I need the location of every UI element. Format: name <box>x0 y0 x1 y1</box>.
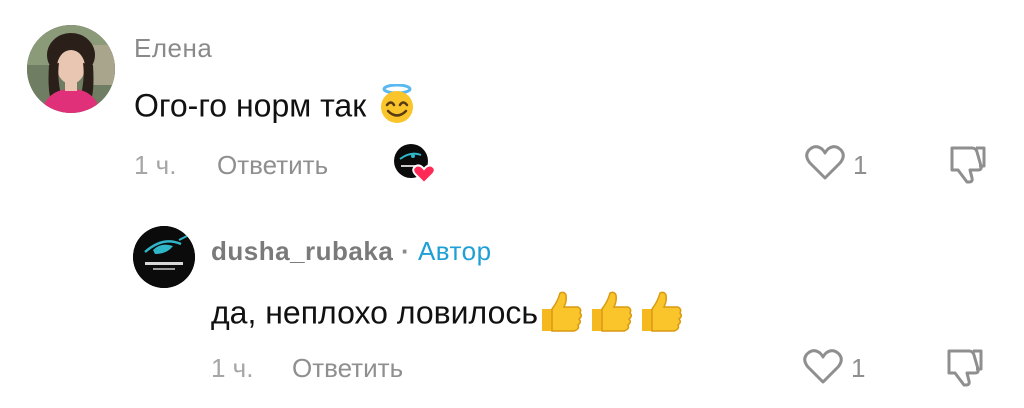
comment-author[interactable]: Елена <box>134 33 212 64</box>
reply-button[interactable]: Ответить <box>292 353 403 384</box>
avatar[interactable] <box>133 226 195 288</box>
dislike-icon[interactable] <box>946 142 990 191</box>
thumbs-up-icon <box>538 289 686 341</box>
comment-time: 1 ч. <box>211 353 254 383</box>
comment-text: да, неплохо ловилось <box>211 289 686 341</box>
comment-author[interactable]: dusha_rubaka <box>211 236 393 266</box>
like-count: 1 <box>853 150 868 180</box>
comment-author-line: dusha_rubaka · Автор <box>211 236 492 267</box>
reply-button[interactable]: Ответить <box>217 150 328 181</box>
dislike-icon[interactable] <box>943 345 987 394</box>
author-liked-badge <box>393 143 439 190</box>
comment-text: Ого-го норм так <box>134 83 419 132</box>
author-badge: Автор <box>417 236 492 266</box>
separator: · <box>401 236 411 266</box>
avatar[interactable] <box>27 25 115 113</box>
heart-icon[interactable] <box>802 346 844 391</box>
smiling-face-with-halo-icon <box>375 83 419 132</box>
like-count: 1 <box>851 353 866 383</box>
comment-time: 1 ч. <box>134 150 177 180</box>
heart-icon[interactable] <box>804 142 846 187</box>
